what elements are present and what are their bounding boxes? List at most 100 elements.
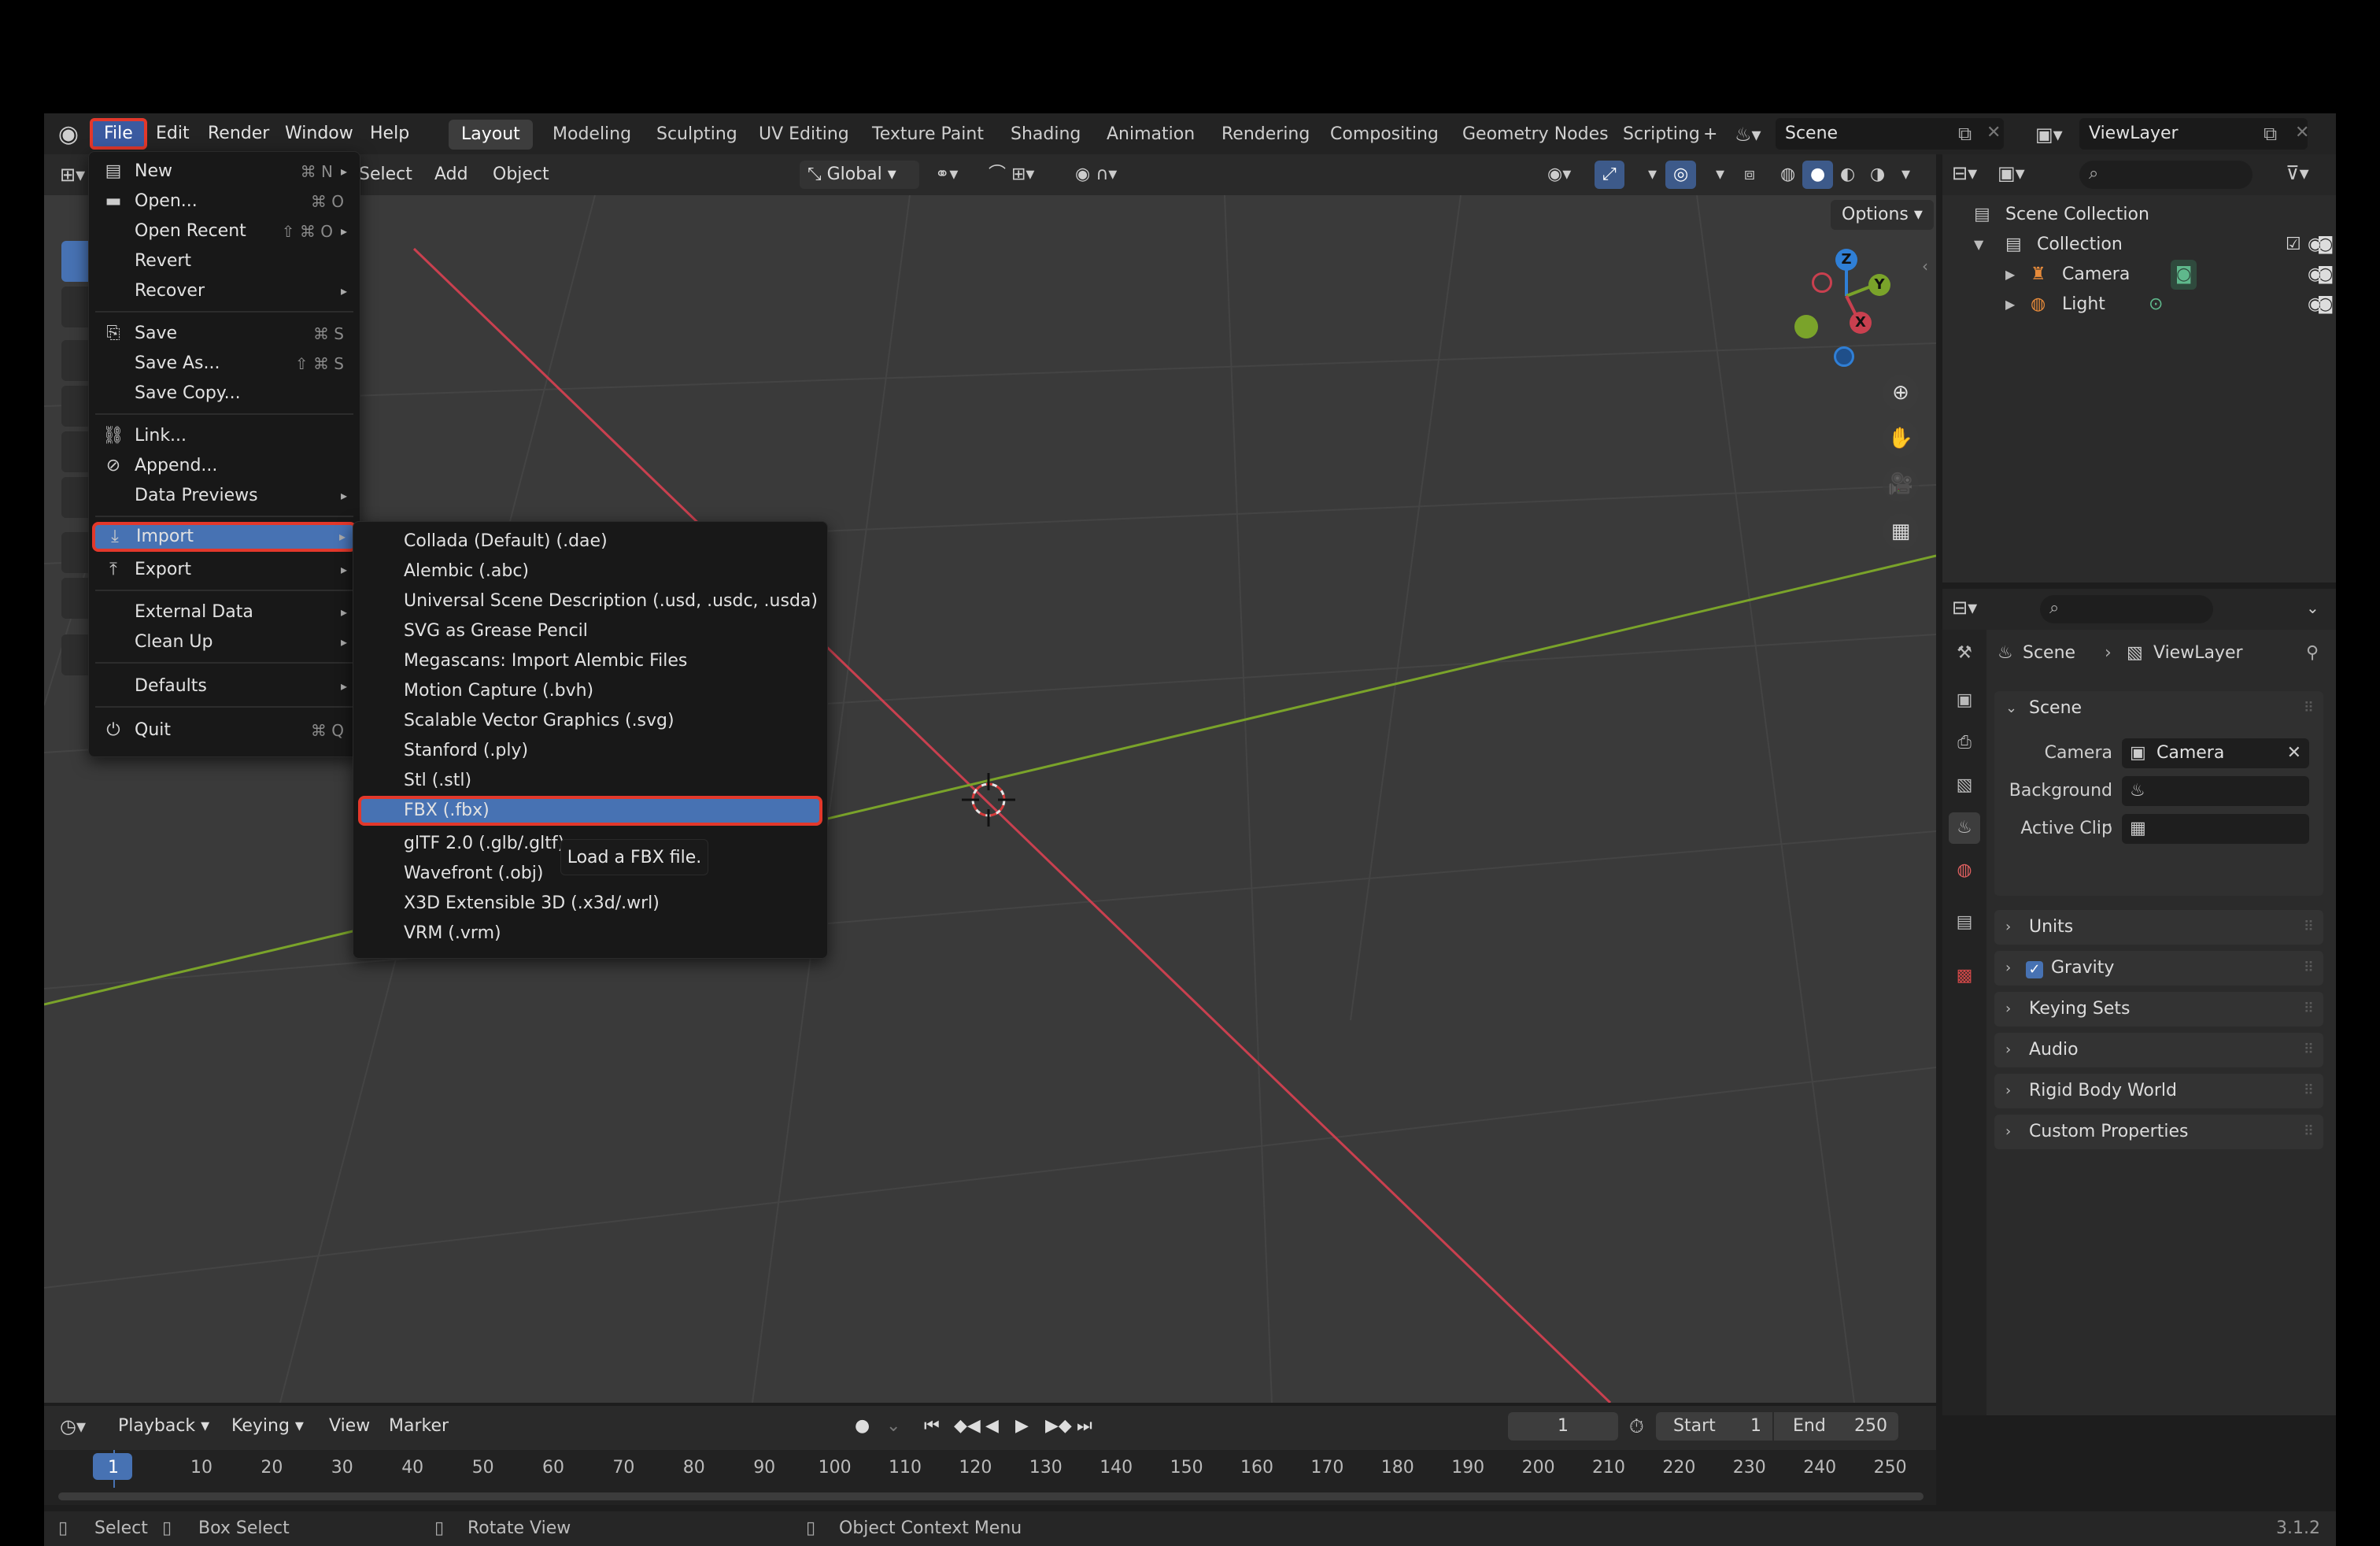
gizmo-z-axis[interactable]: Z: [1835, 249, 1857, 271]
file-save-copy[interactable]: Save Copy...: [94, 379, 355, 409]
gizmo-neg-z-axis[interactable]: [1834, 346, 1854, 367]
file-link[interactable]: ⛓ Link...: [94, 421, 355, 451]
clear-icon[interactable]: ✕: [2287, 738, 2301, 768]
file-import[interactable]: ⤓ Import ▸: [92, 522, 357, 552]
menu-window[interactable]: Window: [274, 118, 364, 150]
file-open-recent[interactable]: Open Recent ⇧ ⌘ O ▸: [94, 216, 355, 246]
collapse-chevron-icon[interactable]: ⌄: [2005, 691, 2017, 726]
overlays-toggle-icon[interactable]: ◎: [1665, 161, 1697, 189]
import-ply[interactable]: Stanford (.ply): [358, 736, 822, 766]
camera-view-icon[interactable]: 🎥: [1883, 466, 1919, 502]
import-fbx[interactable]: FBX (.fbx): [358, 796, 822, 826]
play-reverse-icon[interactable]: ◀: [978, 1412, 1007, 1441]
scene-tab-icon[interactable]: ♨: [1949, 812, 1980, 844]
outliner-search-input[interactable]: ⌕: [2079, 161, 2252, 189]
viewport-object-menu[interactable]: Object: [485, 161, 557, 189]
import-bvh[interactable]: Motion Capture (.bvh): [358, 676, 822, 706]
gizmo-y-axis[interactable]: Y: [1868, 274, 1890, 296]
play-icon[interactable]: ▶: [1007, 1412, 1037, 1441]
drag-grip-icon[interactable]: ⠿: [2304, 1033, 2314, 1067]
gizmo-toggle-icon[interactable]: ⤢: [1595, 161, 1624, 189]
solid-shading-icon[interactable]: ●: [1802, 161, 1834, 189]
pan-hand-icon[interactable]: ✋: [1883, 420, 1919, 457]
keying-menu[interactable]: Keying ▾: [224, 1412, 312, 1441]
outliner-editor-icon[interactable]: ⊟▾: [1952, 162, 1977, 184]
import-megascans[interactable]: Megascans: Import Alembic Files: [358, 646, 822, 676]
import-alembic[interactable]: Alembic (.abc): [358, 557, 822, 586]
output-tab-icon[interactable]: ⎙: [1949, 727, 1980, 759]
blender-logo-icon[interactable]: ◉: [55, 121, 82, 148]
zoom-icon[interactable]: ⊕: [1883, 375, 1919, 411]
file-append[interactable]: ⊘ Append...: [94, 451, 355, 481]
current-frame-field[interactable]: 1: [1508, 1412, 1618, 1441]
import-x3d[interactable]: X3D Extensible 3D (.x3d/.wrl): [358, 889, 822, 919]
drag-grip-icon[interactable]: ⠿: [2304, 1115, 2314, 1149]
import-svg-grease-pencil[interactable]: SVG as Grease Pencil: [358, 616, 822, 646]
tab-uv-editing[interactable]: UV Editing: [746, 120, 862, 150]
light-data-icon[interactable]: ⊙: [2149, 290, 2163, 320]
viewport-select-menu[interactable]: Select: [351, 161, 420, 189]
render-tab-icon[interactable]: ▣: [1949, 685, 1980, 716]
import-stl[interactable]: Stl (.stl): [358, 766, 822, 796]
file-external-data[interactable]: External Data ▸: [94, 597, 355, 627]
expand-arrow-icon[interactable]: ▼: [1974, 230, 1983, 260]
tool-tab-icon[interactable]: ⚒: [1949, 638, 1980, 669]
view-layer-tab-icon[interactable]: ▧: [1949, 770, 1980, 801]
stopwatch-icon[interactable]: ⏱: [1629, 1412, 1644, 1441]
wireframe-shading-icon[interactable]: ◍: [1772, 161, 1803, 189]
new-view-layer-icon[interactable]: ⧉: [2264, 123, 2277, 145]
view-menu[interactable]: View: [321, 1412, 378, 1441]
gizmo-x-axis[interactable]: X: [1850, 312, 1872, 334]
rendered-shading-icon[interactable]: ◑: [1862, 161, 1893, 189]
add-workspace-button[interactable]: +: [1698, 120, 1722, 150]
display-mode-icon[interactable]: ▣▾: [1998, 162, 2025, 184]
filter-icon[interactable]: ⊽▾: [2286, 162, 2309, 184]
tab-sculpting[interactable]: Sculpting: [644, 120, 750, 150]
file-new[interactable]: ▤ New ⌘ N ▸: [94, 157, 355, 187]
background-scene-field[interactable]: ♨: [2122, 776, 2309, 806]
scene-panel-title[interactable]: Scene: [2029, 698, 2082, 718]
menu-help[interactable]: Help: [359, 118, 420, 150]
collection-tab-icon[interactable]: ▤: [1949, 907, 1980, 938]
properties-search-input[interactable]: ⌕: [2040, 595, 2213, 623]
overlays-options-icon[interactable]: ▾: [1708, 161, 1732, 189]
texture-tab-icon[interactable]: ▩: [1949, 960, 1980, 992]
gizmo-neg-x-axis[interactable]: [1812, 272, 1832, 293]
visibility-icon[interactable]: ◉▾: [1539, 161, 1579, 189]
expand-arrow-icon[interactable]: ▶: [2005, 260, 2015, 290]
file-data-previews[interactable]: Data Previews ▸: [94, 481, 355, 511]
file-save[interactable]: ⎘ Save ⌘ S: [94, 319, 355, 349]
file-defaults[interactable]: Defaults ▸: [94, 671, 355, 701]
new-scene-icon[interactable]: ⧉: [1958, 123, 1972, 145]
tab-scripting[interactable]: Scripting: [1610, 120, 1713, 150]
tab-shading[interactable]: Shading: [998, 120, 1093, 150]
tab-geometry-nodes[interactable]: Geometry Nodes: [1450, 120, 1621, 150]
collection-row[interactable]: ▼ ▤ Collection ☑ ◉ ◙: [1942, 230, 2336, 260]
import-svg[interactable]: Scalable Vector Graphics (.svg): [358, 706, 822, 736]
pivot-point-icon[interactable]: ⚭▾: [927, 161, 966, 189]
file-clean-up[interactable]: Clean Up ▸: [94, 627, 355, 657]
properties-editor-icon[interactable]: ⊟▾: [1952, 597, 1977, 619]
sidebar-toggle-icon[interactable]: ‹: [1922, 257, 1928, 276]
delete-scene-icon[interactable]: ✕: [1986, 123, 2001, 142]
drag-grip-icon[interactable]: ⠿: [2304, 951, 2314, 986]
file-recover[interactable]: Recover ▸: [94, 276, 355, 306]
import-vrm[interactable]: VRM (.vrm): [358, 919, 822, 949]
camera-render-icon[interactable]: ◙: [2317, 290, 2334, 320]
gizmo-options-icon[interactable]: ▾: [1640, 161, 1665, 189]
custom-properties-panel[interactable]: › Custom Properties ⠿: [1994, 1115, 2323, 1149]
scene-camera-field[interactable]: ▣ Camera ✕: [2122, 738, 2309, 768]
material-shading-icon[interactable]: ◐: [1832, 161, 1863, 189]
tab-animation[interactable]: Animation: [1094, 120, 1207, 150]
gravity-checkbox[interactable]: ✓: [2026, 951, 2043, 986]
active-clip-field[interactable]: ▦: [2122, 814, 2309, 844]
tab-texture-paint[interactable]: Texture Paint: [859, 120, 996, 150]
snap-icon[interactable]: ⌒ ⊞▾: [981, 161, 1042, 189]
xray-toggle-icon[interactable]: ⧈: [1736, 161, 1763, 189]
tab-modeling[interactable]: Modeling: [540, 120, 644, 150]
menu-edit[interactable]: Edit: [145, 118, 201, 150]
transform-orientation-dropdown[interactable]: ⤡ Global ▾: [800, 161, 919, 189]
tab-compositing[interactable]: Compositing: [1318, 120, 1451, 150]
record-options-icon[interactable]: ⌄: [878, 1412, 908, 1441]
checkbox-icon[interactable]: ☑: [2286, 230, 2301, 260]
